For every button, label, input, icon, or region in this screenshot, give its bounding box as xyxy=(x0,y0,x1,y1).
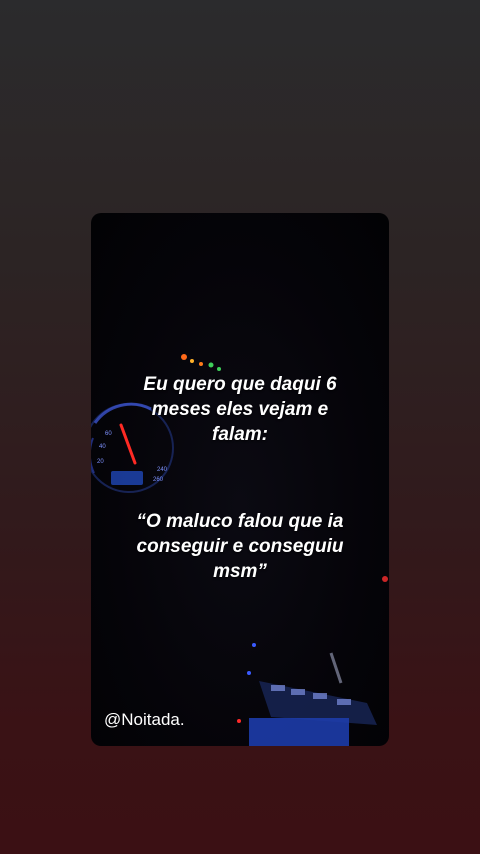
intro-line-2: meses eles vejam e xyxy=(151,399,329,420)
quote-line-2: conseguir e conseguiu xyxy=(136,536,344,557)
account-handle[interactable]: @Noitada. xyxy=(104,710,185,730)
story-card[interactable]: 40 60 20 240 260 Eu quero que daqui 6 me… xyxy=(91,213,389,746)
intro-text: Eu quero que daqui 6 meses eles vejam e … xyxy=(91,372,389,447)
car-dashboard-background: 40 60 20 240 260 xyxy=(91,354,388,746)
svg-text:260: 260 xyxy=(153,477,164,483)
quote-line-1: “O maluco falou que ia xyxy=(136,511,344,532)
svg-text:20: 20 xyxy=(97,459,104,465)
intro-line-3: falam: xyxy=(212,424,268,445)
intro-line-1: Eu quero que daqui 6 xyxy=(143,374,337,395)
quote-text: “O maluco falou que ia conseguir e conse… xyxy=(91,509,389,584)
quote-line-3: msm” xyxy=(213,561,267,582)
center-console xyxy=(237,643,377,746)
svg-text:240: 240 xyxy=(157,467,168,473)
warning-lights xyxy=(181,354,221,371)
